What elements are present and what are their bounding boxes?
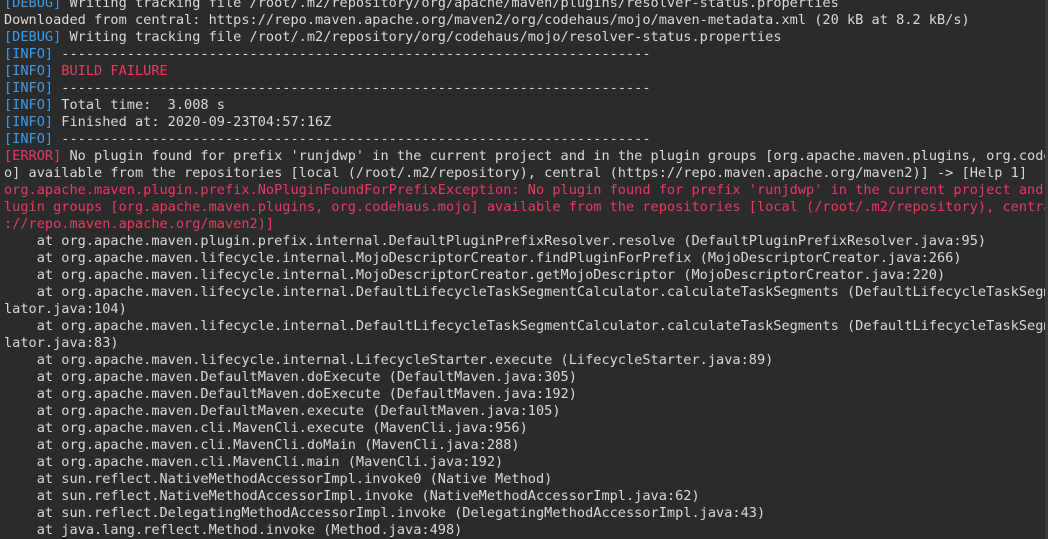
terminal-line: at org.apache.maven.DefaultMaven.doExecu… (4, 386, 1048, 403)
terminal-line: at sun.reflect.NativeMethodAccessorImpl.… (4, 471, 1048, 488)
log-level-tag: [INFO] (4, 80, 54, 96)
terminal-line: at org.apache.maven.DefaultMaven.execute… (4, 403, 1048, 420)
terminal-line: [INFO] Finished at: 2020-09-23T04:57:16Z (4, 114, 1048, 131)
terminal-output: [DEBUG] Writing tracking file /root/.m2/… (4, 0, 1048, 539)
terminal-line: at org.apache.maven.lifecycle.internal.L… (4, 352, 1048, 369)
terminal-line: at org.apache.maven.cli.MavenCli.execute… (4, 420, 1048, 437)
log-text: Total time: 3.008 s (53, 97, 225, 113)
terminal-window[interactable]: [DEBUG] Writing tracking file /root/.m2/… (0, 0, 1048, 539)
terminal-line: at org.apache.maven.lifecycle.internal.D… (4, 284, 1048, 301)
terminal-line: at org.apache.maven.cli.MavenCli.doMain … (4, 437, 1048, 454)
terminal-line: ://repo.maven.apache.org/maven2)] (4, 216, 1048, 233)
terminal-line: at org.apache.maven.DefaultMaven.doExecu… (4, 369, 1048, 386)
log-text: at org.apache.maven.plugin.prefix.intern… (4, 233, 987, 249)
error-text: [ERROR] (4, 148, 62, 164)
terminal-line: at org.apache.maven.cli.MavenCli.main (M… (4, 454, 1048, 471)
log-text: at org.apache.maven.cli.MavenCli.doMain … (4, 437, 520, 453)
terminal-line: [DEBUG] Writing tracking file /root/.m2/… (4, 29, 1048, 46)
terminal-line: at org.apache.maven.lifecycle.internal.D… (4, 318, 1048, 335)
log-text: at org.apache.maven.lifecycle.internal.L… (4, 352, 774, 368)
log-text: at org.apache.maven.lifecycle.internal.D… (4, 284, 1048, 300)
log-text: Writing tracking file /root/.m2/reposito… (61, 0, 839, 11)
log-text: at org.apache.maven.DefaultMaven.doExecu… (4, 369, 577, 385)
log-text: at org.apache.maven.DefaultMaven.doExecu… (4, 386, 577, 402)
terminal-line: at org.apache.maven.lifecycle.internal.M… (4, 267, 1048, 284)
log-text: lator.java:104) (4, 301, 127, 317)
exception-text: ://repo.maven.apache.org/maven2)] (4, 216, 275, 232)
log-text: at org.apache.maven.DefaultMaven.execute… (4, 403, 561, 419)
log-text: ----------------------------------------… (53, 46, 651, 62)
exception-text: lugin groups [org.apache.maven.plugins, … (4, 199, 1048, 215)
log-text: Writing tracking file /root/.m2/reposito… (61, 29, 782, 45)
terminal-line: lugin groups [org.apache.maven.plugins, … (4, 199, 1048, 216)
error-text: BUILD FAILURE (61, 63, 168, 79)
terminal-line: o] available from the repositories [loca… (4, 165, 1048, 182)
terminal-line: lator.java:104) (4, 301, 1048, 318)
log-text: lator.java:83) (4, 335, 119, 351)
log-text: ----------------------------------------… (53, 131, 651, 147)
log-level-tag: [INFO] (4, 131, 54, 147)
log-text: Downloaded from central: https://repo.ma… (4, 12, 970, 28)
exception-text: org.apache.maven.plugin.prefix.NoPluginF… (4, 182, 1048, 198)
log-text: at java.lang.reflect.Method.invoke (Meth… (4, 522, 463, 538)
log-text: at sun.reflect.NativeMethodAccessorImpl.… (4, 488, 700, 504)
log-text: No plugin found for prefix 'runjdwp' in … (61, 148, 1048, 164)
log-text: at org.apache.maven.cli.MavenCli.execute… (4, 420, 528, 436)
terminal-line: [INFO] Total time: 3.008 s (4, 97, 1048, 114)
log-level-tag: [DEBUG] (4, 29, 62, 45)
log-text: at org.apache.maven.lifecycle.internal.M… (4, 250, 962, 266)
terminal-line: lator.java:83) (4, 335, 1048, 352)
terminal-line: [INFO] ---------------------------------… (4, 80, 1048, 97)
log-text: ----------------------------------------… (53, 80, 651, 96)
log-level-tag: [INFO] (4, 97, 54, 113)
terminal-line: at org.apache.maven.lifecycle.internal.M… (4, 250, 1048, 267)
log-text: at org.apache.maven.lifecycle.internal.D… (4, 318, 1048, 334)
log-text: at org.apache.maven.cli.MavenCli.main (M… (4, 454, 504, 470)
terminal-line: org.apache.maven.plugin.prefix.NoPluginF… (4, 182, 1048, 199)
terminal-line: [DEBUG] Writing tracking file /root/.m2/… (4, 0, 1048, 12)
terminal-line: [INFO] ---------------------------------… (4, 131, 1048, 148)
log-text: at org.apache.maven.lifecycle.internal.M… (4, 267, 946, 283)
log-level-tag: [INFO] (4, 114, 54, 130)
terminal-line: at sun.reflect.NativeMethodAccessorImpl.… (4, 488, 1048, 505)
log-level-tag: [DEBUG] (4, 0, 62, 11)
log-text: o] available from the repositories [loca… (4, 165, 1028, 181)
log-text: at sun.reflect.NativeMethodAccessorImpl.… (4, 471, 553, 487)
terminal-line: [INFO] ---------------------------------… (4, 46, 1048, 63)
terminal-line: [INFO] BUILD FAILURE (4, 63, 1048, 80)
terminal-line: at sun.reflect.DelegatingMethodAccessorI… (4, 505, 1048, 522)
log-level-tag: [INFO] (4, 63, 54, 79)
terminal-line: Downloaded from central: https://repo.ma… (4, 12, 1048, 29)
terminal-line: at org.apache.maven.plugin.prefix.intern… (4, 233, 1048, 250)
log-level-tag: [INFO] (4, 46, 54, 62)
log-text: at sun.reflect.DelegatingMethodAccessorI… (4, 505, 766, 521)
terminal-line: at java.lang.reflect.Method.invoke (Meth… (4, 522, 1048, 539)
terminal-line: [ERROR] No plugin found for prefix 'runj… (4, 148, 1048, 165)
log-text: Finished at: 2020-09-23T04:57:16Z (53, 114, 332, 130)
